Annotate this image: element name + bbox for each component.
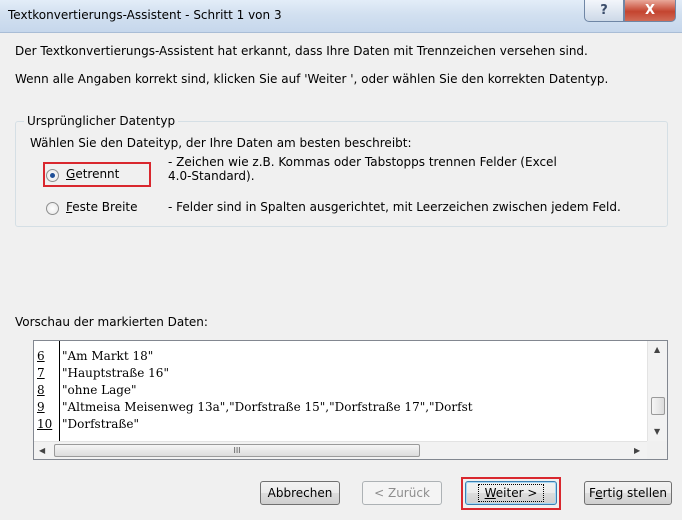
highlight-getrennt [43, 162, 151, 187]
radio-getrennt-description: - Zeichen wie z.B. Kommas oder Tabstopps… [168, 155, 557, 183]
datatype-prompt: Wählen Sie den Dateityp, der Ihre Daten … [30, 136, 412, 150]
window-title: Textkonvertierungs-Assistent - Schritt 1… [8, 8, 282, 22]
text-import-wizard-dialog: Textkonvertierungs-Assistent - Schritt 1… [0, 0, 682, 520]
preview-number-separator [59, 341, 60, 441]
preview-row-text: "Altmeisa Meisenweg 13a","Dorfstraße 15"… [62, 400, 473, 414]
preview-row-text: "ohne Lage" [62, 383, 137, 397]
scroll-right-arrow-icon[interactable]: ▶ [634, 446, 640, 455]
title-bar: Textkonvertierungs-Assistent - Schritt 1… [0, 0, 682, 33]
radio-feste-breite-label[interactable]: Feste Breite [66, 200, 138, 214]
vertical-scroll-thumb[interactable] [651, 397, 665, 415]
preview-row: 9 "Altmeisa Meisenweg 13a","Dorfstraße 1… [34, 400, 648, 415]
preview-row-number: 9 [37, 400, 45, 414]
preview-row: 6 "Am Markt 18" [34, 349, 648, 364]
help-button[interactable]: ? [584, 0, 624, 22]
scrollbar-corner [647, 441, 667, 459]
finish-button[interactable]: Fertig stellen [584, 481, 672, 505]
preview-vertical-scrollbar[interactable]: ▲ ▼ [647, 341, 667, 441]
preview-row-number: 10 [37, 417, 53, 431]
preview-row-text: "Am Markt 18" [62, 349, 154, 363]
preview-row-number: 6 [37, 349, 45, 363]
preview-horizontal-scrollbar[interactable]: ◀ III ▶ [34, 441, 648, 459]
horizontal-scroll-thumb[interactable]: III [54, 444, 420, 457]
finish-button-label: Fertig stellen [588, 486, 668, 500]
datatype-group-legend: Ursprünglicher Datentyp [24, 114, 179, 128]
preview-row: 10 "Dorfstraße" [34, 417, 648, 432]
intro-line-1: Der Textkonvertierungs-Assistent hat erk… [15, 44, 588, 58]
cancel-button[interactable]: Abbrechen [260, 481, 340, 505]
scroll-grip-icon: III [233, 446, 241, 455]
preview-row-text: "Dorfstraße" [62, 417, 140, 431]
preview-row: 8 "ohne Lage" [34, 383, 648, 398]
scroll-left-arrow-icon[interactable]: ◀ [39, 446, 45, 455]
back-button[interactable]: < Zurück [362, 481, 442, 505]
close-button[interactable]: X [624, 0, 676, 22]
preview-row-number: 8 [37, 383, 45, 397]
scroll-down-arrow-icon[interactable]: ▼ [654, 427, 660, 436]
preview-pane[interactable]: 6 "Am Markt 18" 7 "Hauptstraße 16" 8 "oh… [33, 340, 668, 460]
radio-feste-breite-indicator[interactable] [46, 202, 59, 215]
highlight-next-button [461, 477, 561, 510]
help-icon: ? [600, 3, 608, 18]
datatype-groupbox: Ursprünglicher Datentyp Wählen Sie den D… [15, 114, 668, 227]
close-icon: X [644, 3, 656, 18]
preview-row: 7 "Hauptstraße 16" [34, 366, 648, 381]
preview-row-number: 7 [37, 366, 45, 380]
radio-feste-breite-description: - Felder sind in Spalten ausgerichtet, m… [168, 200, 621, 214]
preview-content: 6 "Am Markt 18" 7 "Hauptstraße 16" 8 "oh… [34, 341, 648, 441]
intro-line-2: Wenn alle Angaben korrekt sind, klicken … [15, 72, 609, 86]
preview-row-text: "Hauptstraße 16" [62, 366, 169, 380]
scroll-up-arrow-icon[interactable]: ▲ [654, 345, 660, 354]
preview-label: Vorschau der markierten Daten: [15, 315, 208, 329]
